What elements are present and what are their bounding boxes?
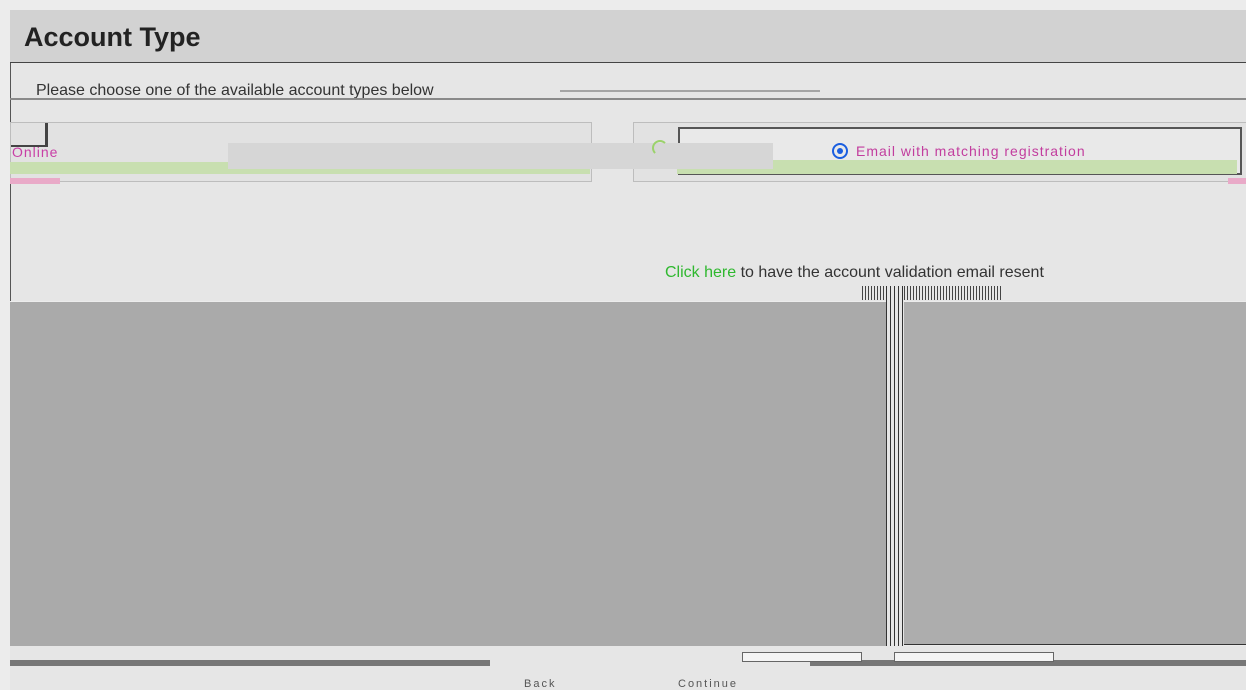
divider-line	[10, 98, 1246, 100]
option-placeholder	[228, 143, 773, 169]
option-label-right: Email with matching registration	[856, 143, 1086, 159]
resend-link[interactable]: Click here	[665, 264, 736, 281]
option-marker	[10, 178, 60, 184]
continue-button-label: Continue	[678, 678, 739, 690]
radio-option[interactable]: Email with matching registration	[832, 143, 1086, 159]
back-button[interactable]	[742, 652, 862, 662]
resend-notice: Click here to have the account validatio…	[665, 264, 1044, 282]
continue-button[interactable]	[894, 652, 1054, 662]
right-content-panel	[904, 302, 1246, 645]
dialog-footer	[10, 646, 1246, 690]
page-title: Account Type	[24, 22, 201, 52]
footer-divider	[10, 660, 490, 666]
divider-line	[560, 90, 820, 92]
back-button-label: Back	[524, 678, 557, 690]
splitter-handle[interactable]	[886, 286, 904, 646]
dialog-header: Account Type	[10, 10, 1246, 63]
resend-notice-text: to have the account validation email res…	[736, 264, 1044, 281]
resize-ruler	[862, 286, 1002, 300]
option-label-left: Online	[12, 144, 59, 160]
option-marker	[1228, 178, 1246, 184]
check-icon	[652, 140, 668, 156]
radio-selected-icon[interactable]	[832, 143, 848, 159]
left-content-panel	[10, 302, 886, 647]
